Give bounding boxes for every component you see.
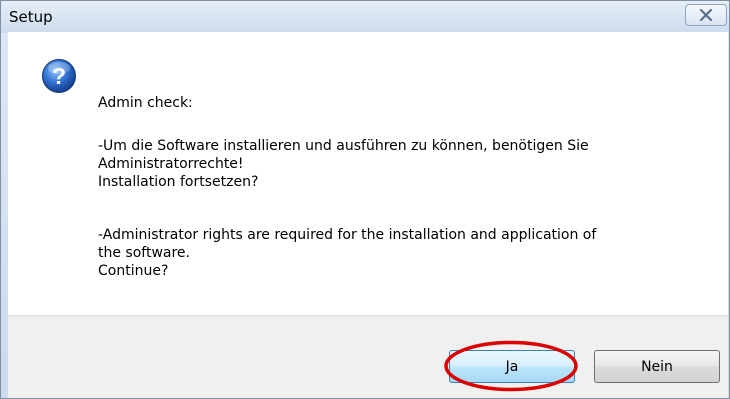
svg-text:?: ? xyxy=(52,63,66,89)
english-line-2: the software. xyxy=(98,245,190,261)
title-bar[interactable]: Setup xyxy=(1,1,729,33)
close-icon xyxy=(699,9,713,21)
yes-button[interactable]: Ja xyxy=(449,350,575,383)
german-line-2: Administratorrechte! xyxy=(98,156,244,172)
message-german: -Um die Software installieren und ausfüh… xyxy=(98,137,589,191)
message-heading: Admin check: xyxy=(98,94,193,112)
message-english: -Administrator rights are required for t… xyxy=(98,226,596,280)
window-title: Setup xyxy=(9,8,53,26)
english-line-3: Continue? xyxy=(98,263,169,279)
english-line-1: -Administrator rights are required for t… xyxy=(98,227,597,243)
german-line-3: Installation fortsetzen? xyxy=(98,174,259,190)
close-button[interactable] xyxy=(685,4,727,26)
question-icon: ? xyxy=(42,59,76,93)
heading-text: Admin check: xyxy=(98,95,193,111)
no-button[interactable]: Nein xyxy=(594,350,720,383)
german-line-1: -Um die Software installieren und ausfüh… xyxy=(98,138,589,154)
